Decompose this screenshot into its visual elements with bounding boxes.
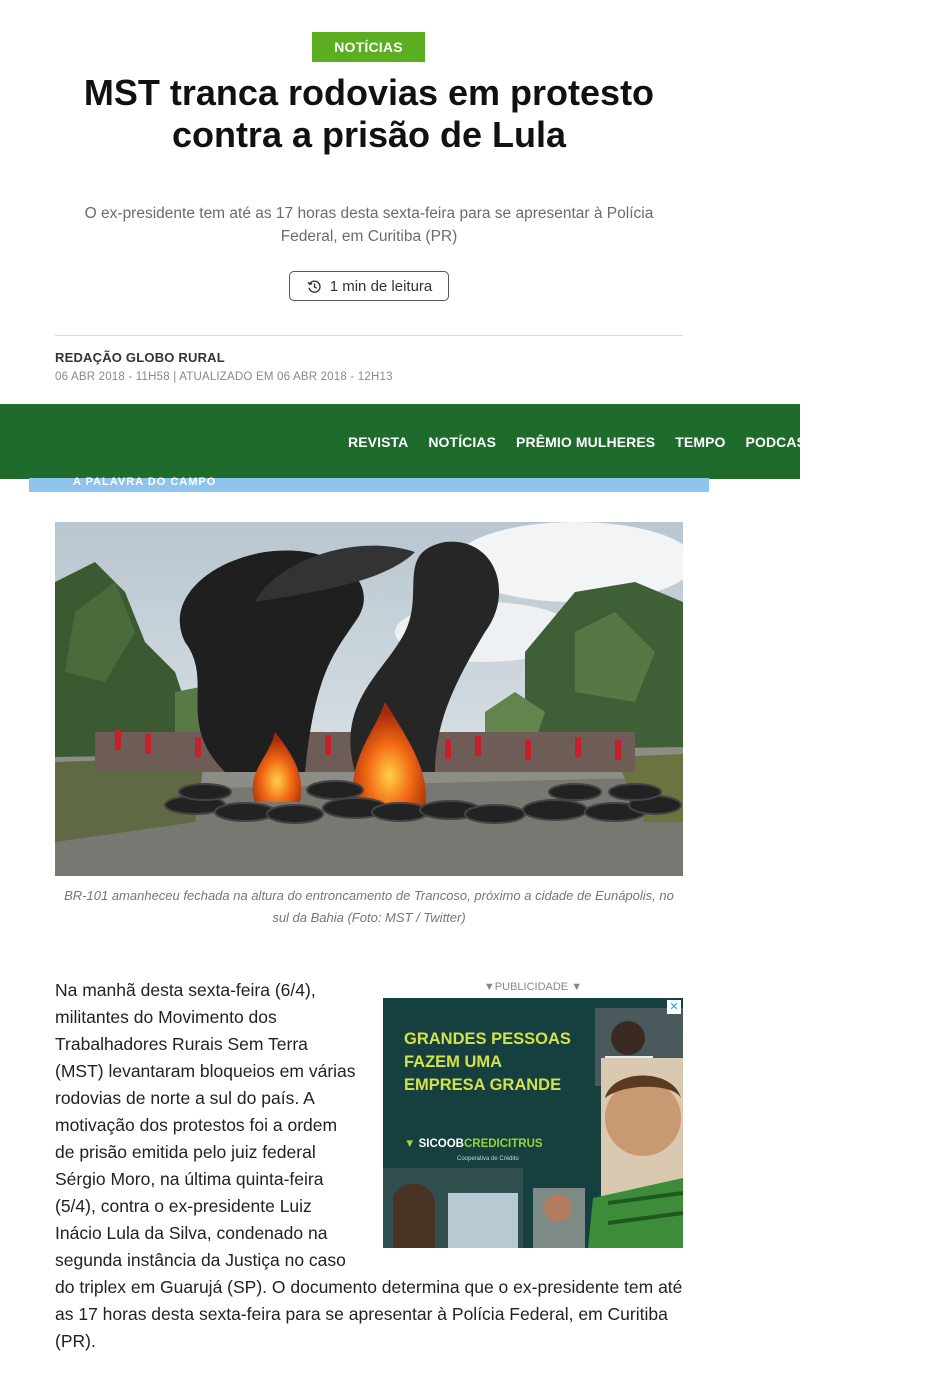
article-photo — [55, 522, 683, 876]
article-body: ▼PUBLICIDADE ▼ ✕ GRANDES PESSOAS FAZEM U… — [55, 977, 683, 1355]
nav-item-noticias[interactable]: NOTÍCIAS — [428, 434, 496, 450]
divider — [55, 335, 683, 336]
ad-brand-sub: Cooperativa de Crédito — [457, 1156, 519, 1162]
article-dates: 06 ABR 2018 - 11H58 | ATUALIZADO EM 06 A… — [55, 371, 393, 383]
date-separator: | — [173, 371, 177, 383]
published-date: 06 ABR 2018 - 11H58 — [55, 371, 170, 383]
nav-item-podcasts[interactable]: PODCASTS — [746, 434, 800, 450]
protest-photo — [55, 522, 683, 876]
article-subtitle: O ex-presidente tem até as 17 horas dest… — [84, 205, 654, 245]
nav-item-premio-mulheres[interactable]: PRÊMIO MULHERES — [516, 434, 655, 450]
category-badge[interactable]: NOTÍCIAS — [312, 32, 425, 62]
photo-caption: BR-101 amanheceu fechada na altura do en… — [64, 888, 674, 925]
updated-date: ATUALIZADO EM 06 ABR 2018 - 12H13 — [179, 371, 393, 383]
ad-close-icon[interactable]: ✕ — [667, 1000, 681, 1014]
nav-item-tempo[interactable]: TEMPO — [675, 434, 725, 450]
article-title: MST tranca rodovias em protesto contra a… — [83, 72, 655, 155]
site-tagline: A PALAVRA DO CAMPO — [73, 476, 217, 488]
site-navbar: REVISTA NOTÍCIAS PRÊMIO MULHERES TEMPO P… — [0, 404, 800, 479]
history-icon — [307, 279, 321, 293]
ad-banner[interactable]: ✕ GRANDES PESSOAS FAZEM UMA EMPRESA GRAN… — [383, 998, 683, 1248]
author-name[interactable]: REDAÇÃO GLOBO RURAL — [55, 350, 225, 365]
read-time-badge: 1 min de leitura — [289, 271, 449, 301]
ad-brand-mark-icon: ▼ — [404, 1138, 416, 1150]
read-time-label: 1 min de leitura — [329, 277, 433, 295]
ad-headline: GRANDES PESSOAS FAZEM UMA EMPRESA GRANDE — [404, 1030, 571, 1094]
nav-item-revista[interactable]: REVISTA — [348, 434, 408, 450]
ad-slot: ▼PUBLICIDADE ▼ ✕ GRANDES PESSOAS FAZEM U… — [383, 979, 683, 1256]
ad-label: ▼PUBLICIDADE ▼ — [483, 981, 583, 993]
